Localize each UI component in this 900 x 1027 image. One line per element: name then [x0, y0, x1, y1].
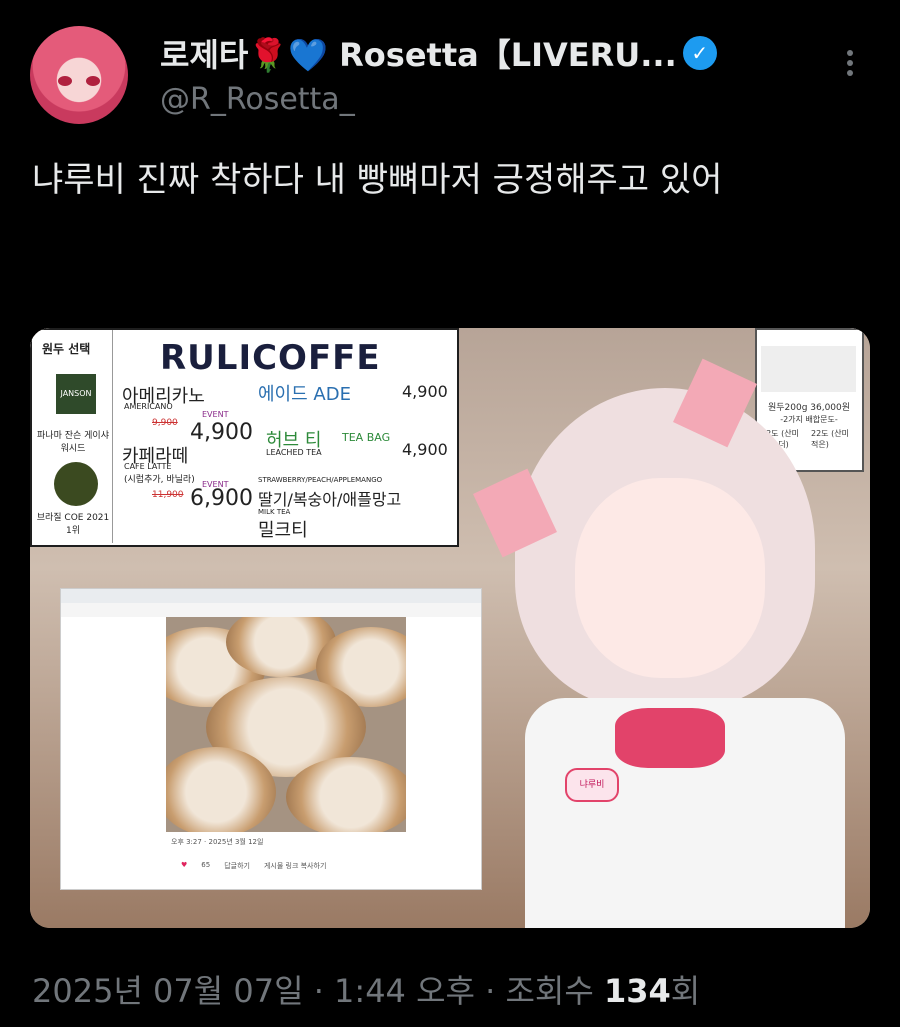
- avatar-eye-left: [58, 76, 72, 86]
- screenshot-reply: 답글하기: [224, 862, 250, 870]
- browser-tab-bar: [61, 589, 481, 603]
- tweet-text: 냐루비 진짜 착하다 내 빵뼈마저 긍정해주고 있어: [32, 160, 723, 200]
- author-avatar[interactable]: [30, 26, 128, 124]
- menu-americano-old-price: 9,900: [152, 418, 178, 428]
- menu-ade: 에이드 ADE: [258, 384, 351, 405]
- menu-americano-event: EVENT: [202, 410, 229, 419]
- cafe-menu-board: 원두 선택 JANSON 파나마 잔슨 게이샤 워시드 브라질 COE 2021…: [30, 328, 459, 547]
- menu-ade-price: 4,900: [402, 382, 448, 401]
- tweet-timestamp[interactable]: 2025년 07월 07일 · 1:44 오후 · 조회수: [32, 972, 604, 1010]
- bean1-desc: 파나마 잔슨 게이샤 워시드: [37, 431, 109, 454]
- menu-americano-en: AMERICANO: [124, 402, 173, 411]
- character-face: [575, 478, 765, 678]
- author-name-row[interactable]: 로제타🌹💙 Rosetta【LIVERU... ✓: [160, 30, 717, 76]
- bean2-desc: 브라질 COE 2021 1위: [36, 513, 110, 536]
- bean2-logo: [54, 462, 98, 506]
- menu-milktea-en: MILK TEA: [258, 508, 291, 516]
- screenshot-actions: ♥ 65 답글하기 게시물 링크 복사하기: [181, 861, 327, 870]
- vtuber-character: 냐루비: [473, 358, 870, 928]
- browser-address-bar: [61, 603, 481, 617]
- more-options-icon[interactable]: [840, 46, 860, 86]
- author-handle[interactable]: @R_Rosetta_: [160, 82, 355, 117]
- menu-latte-note: (시럽추가, 바닐라): [124, 475, 195, 485]
- menu-latte-price: 6,900: [190, 486, 253, 511]
- verified-badge-icon: ✓: [682, 36, 717, 70]
- menu-flavors: 딸기/복숭아/애플망고: [258, 490, 402, 509]
- bread-photo: [166, 617, 406, 832]
- name-badge: 냐루비: [565, 768, 619, 802]
- screenshot-likes: 65: [201, 861, 211, 869]
- bean-select-label: 원두 선택: [42, 342, 91, 356]
- menu-milktea: 밀크티: [258, 520, 308, 541]
- tweet-meta: 2025년 07월 07일 · 1:44 오후 · 조회수 134회: [32, 966, 700, 1012]
- screenshot-copy: 게시물 링크 복사하기: [263, 862, 327, 870]
- menu-herb-en: LEACHED TEA: [266, 448, 322, 457]
- avatar-eye-right: [86, 76, 100, 86]
- tweet-media-image[interactable]: 원두 선택 JANSON 파나마 잔슨 게이샤 워시드 브라질 COE 2021…: [30, 328, 870, 928]
- author-display-name[interactable]: 로제타🌹💙 Rosetta【LIVERU...: [160, 30, 677, 76]
- menu-americano-price: 4,900: [190, 420, 253, 445]
- view-count: 134: [603, 972, 671, 1010]
- bean-selection-panel: 원두 선택 JANSON 파나마 잔슨 게이샤 워시드 브라질 COE 2021…: [32, 330, 113, 543]
- character-ribbon: [615, 708, 725, 768]
- screenshot-caption: 오후 3:27 · 2025년 3월 12일: [171, 838, 264, 846]
- embedded-browser-screenshot: 오후 3:27 · 2025년 3월 12일 ♥ 65 답글하기 게시물 링크 …: [60, 588, 482, 890]
- view-suffix: 회: [670, 972, 701, 1010]
- menu-latte-en: CAFE LATTE: [124, 462, 172, 471]
- menu-herb-tag: TEA BAG: [342, 431, 391, 444]
- menu-flavors-en: STRAWBERRY/PEACH/APPLEMANGO: [258, 476, 383, 484]
- menu-herb-price: 4,900: [402, 440, 448, 459]
- bean1-logo: JANSON: [56, 374, 96, 414]
- menu-title: RULICOFFE: [160, 338, 381, 378]
- menu-latte-old-price: 11,900: [152, 490, 184, 500]
